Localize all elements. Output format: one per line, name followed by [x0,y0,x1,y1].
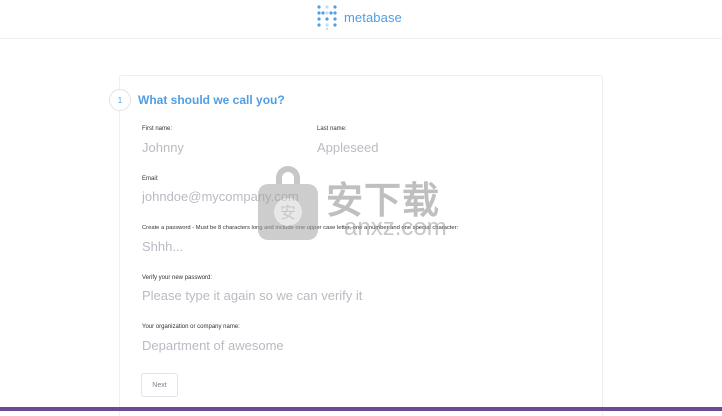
step-number-badge: 1 [109,89,131,111]
metabase-logo-icon [317,5,337,30]
next-button[interactable]: Next [141,373,178,397]
confirm-password-input[interactable] [142,286,482,304]
window-bottom-border [0,407,722,411]
email-label: Email: [142,176,159,182]
top-header: metabase [0,0,722,39]
brand-logo[interactable]: metabase [316,4,402,30]
brand-name: metabase [344,9,402,25]
step-title: What should we call you? [138,93,285,107]
confirm-password-label: Verify your new password: [142,275,213,281]
last-name-label: Last name: [317,126,347,132]
first-name-input[interactable] [142,138,302,156]
organization-label: Your organization or company name: [142,324,240,330]
email-input[interactable] [142,187,482,205]
last-name-input[interactable] [317,138,487,156]
password-input[interactable] [142,237,482,255]
first-name-label: First name: [142,126,173,132]
password-label: Create a password - Must be 8 characters… [142,225,459,231]
organization-input[interactable] [142,336,482,354]
